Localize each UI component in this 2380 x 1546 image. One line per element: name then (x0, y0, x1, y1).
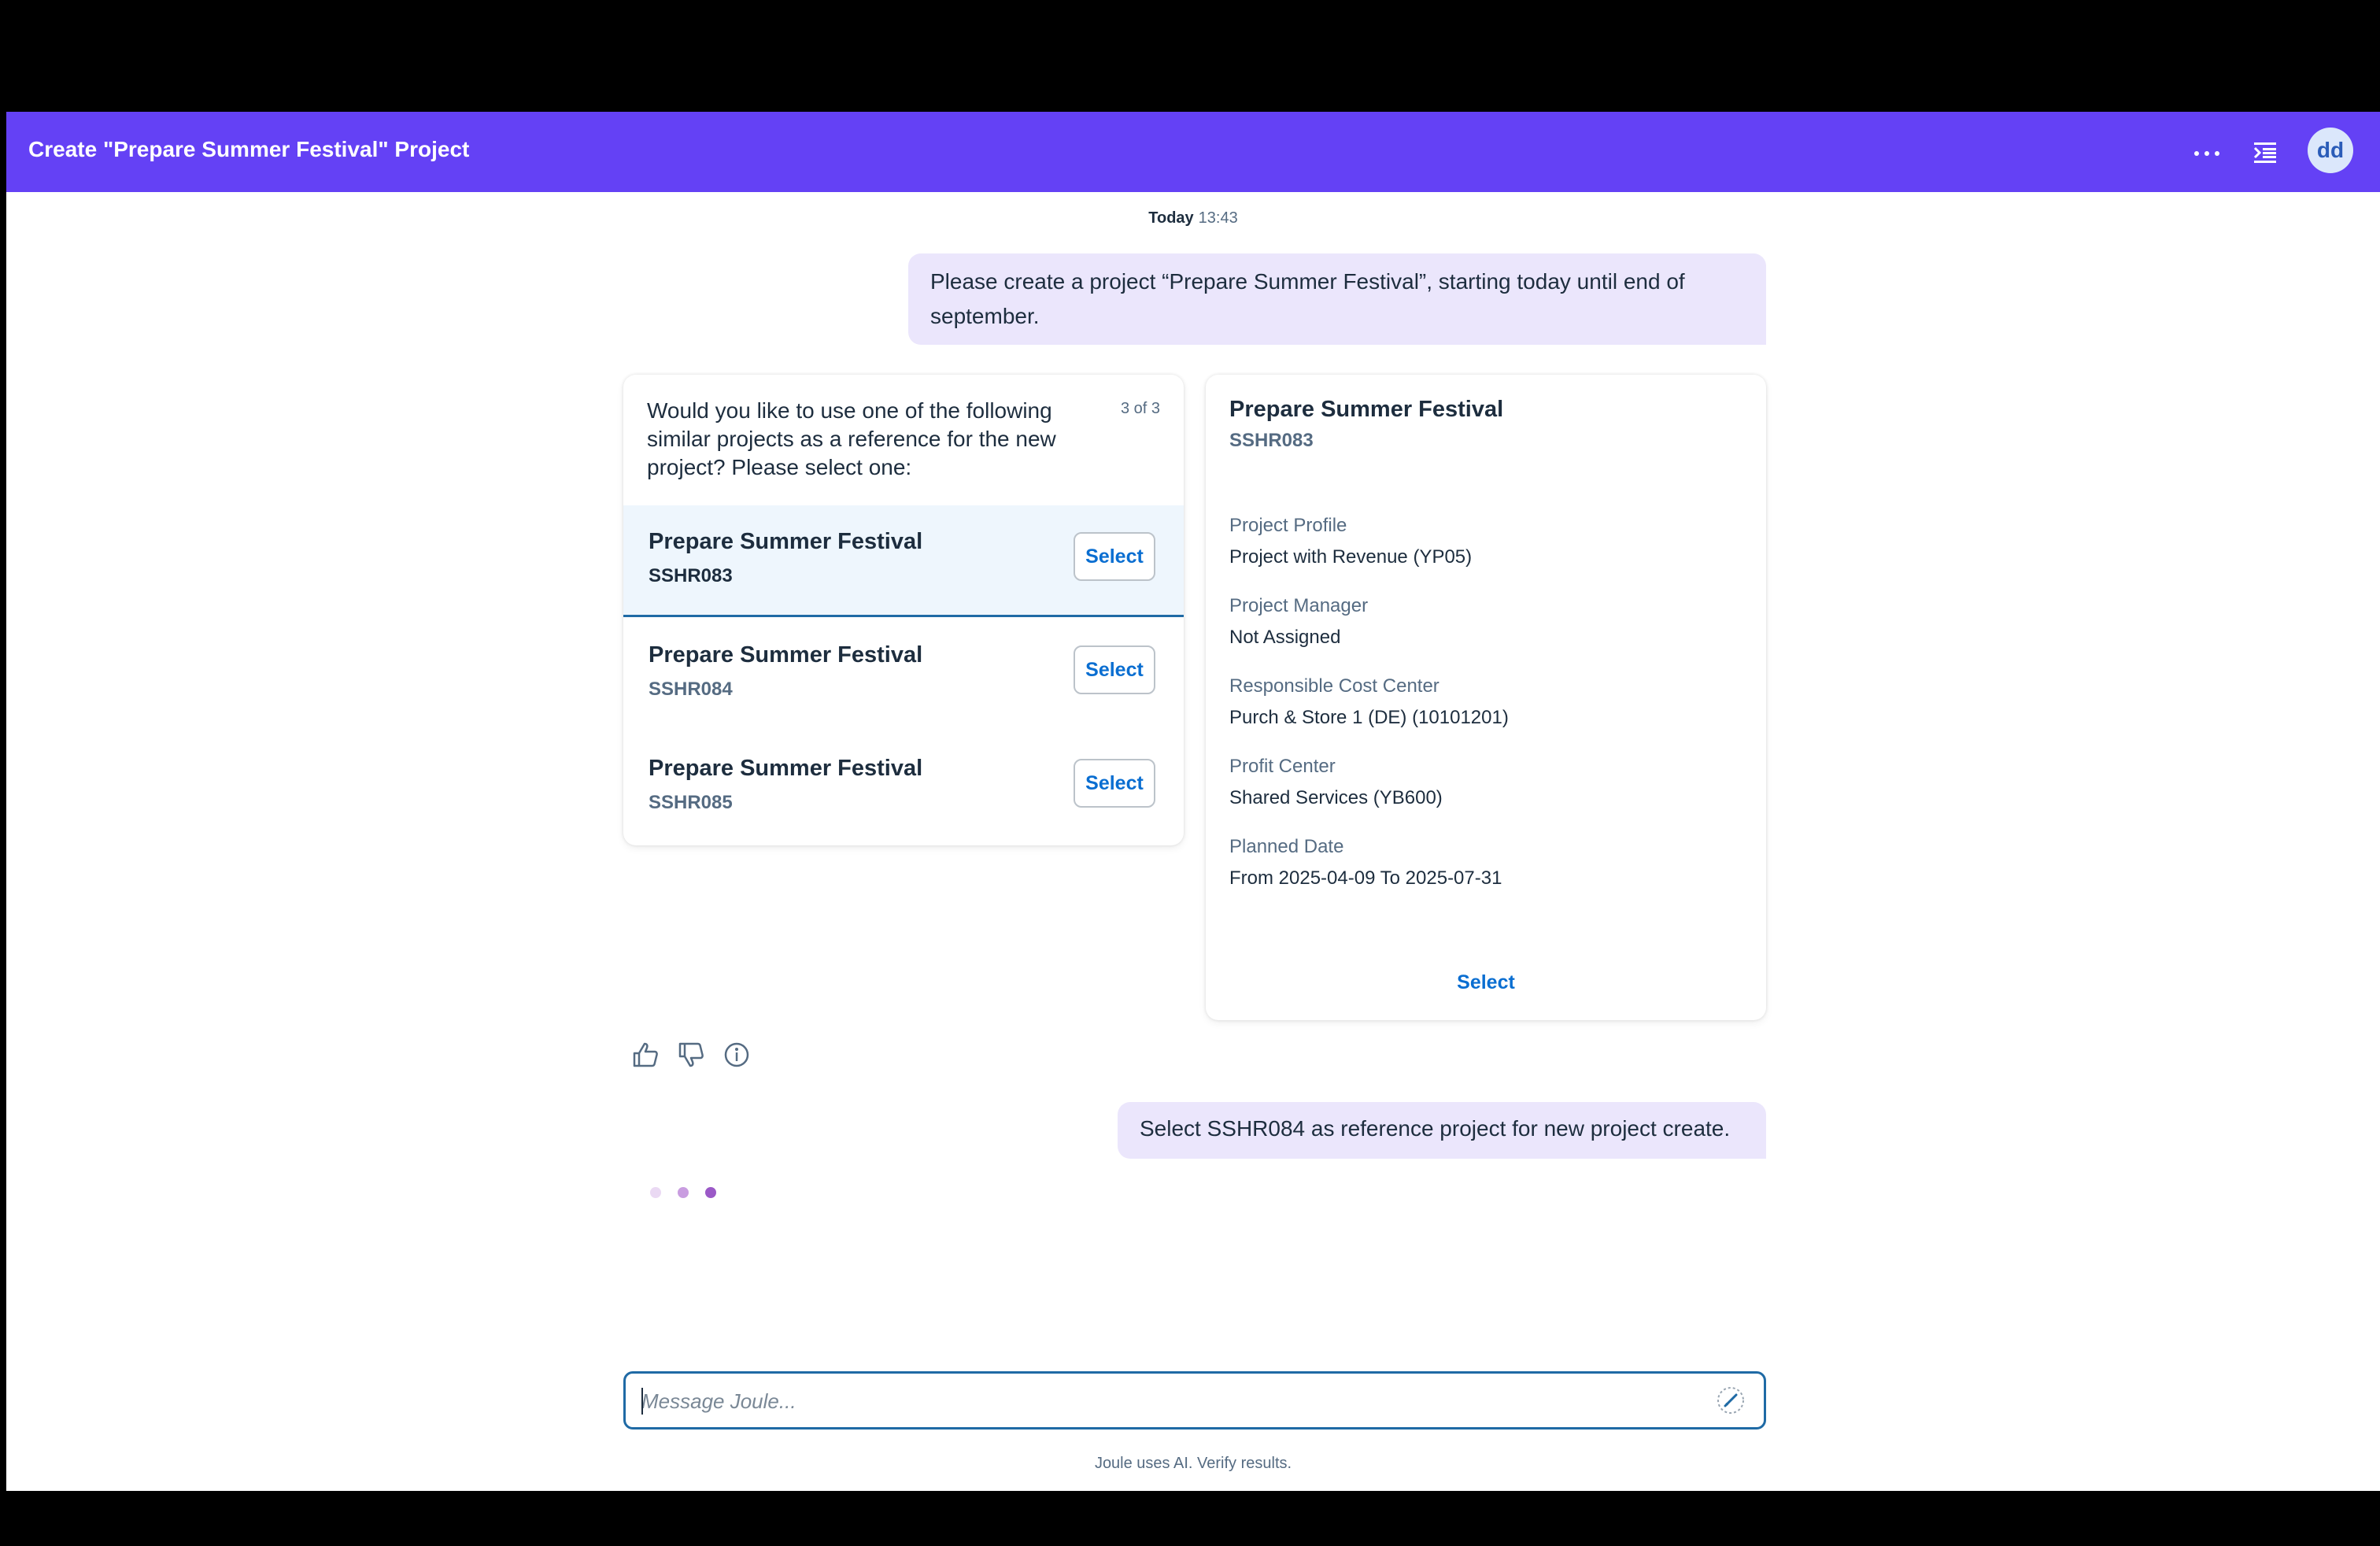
timestamp-day: Today (1148, 209, 1194, 227)
project-id: SSHR085 (649, 792, 733, 813)
list-item[interactable]: Prepare Summer Festival SSHR083 Select (623, 505, 1184, 617)
typing-indicator-dot (705, 1187, 716, 1198)
field-value: Not Assigned (1229, 627, 1341, 648)
select-button[interactable]: Select (1074, 759, 1155, 808)
joule-window: Create "Prepare Summer Festival" Project… (6, 112, 2380, 1491)
message-input[interactable] (640, 1381, 1666, 1421)
project-title: Prepare Summer Festival (649, 642, 923, 668)
typing-indicator-dot (650, 1187, 661, 1198)
avatar[interactable]: dd (2308, 128, 2353, 173)
field-label: Profit Center (1229, 756, 1336, 777)
more-options-button[interactable] (2190, 135, 2224, 170)
project-title: Prepare Summer Festival (649, 529, 923, 554)
field-label: Planned Date (1229, 836, 1344, 857)
info-icon[interactable] (721, 1039, 752, 1071)
project-detail-card: Prepare Summer Festival SSHR083 Project … (1206, 375, 1766, 1020)
field-label: Project Manager (1229, 595, 1369, 616)
user-message-bubble: Select SSHR084 as reference project for … (1118, 1102, 1766, 1159)
ai-disclaimer: Joule uses AI. Verify results. (1094, 1455, 1292, 1472)
project-id: SSHR083 (649, 565, 733, 586)
collapse-panel-icon[interactable] (2248, 135, 2282, 170)
project-title: Prepare Summer Festival (649, 756, 923, 781)
reference-projects-card: Would you like to use one of the followi… (623, 375, 1184, 845)
card-counter: 3 of 3 (1120, 400, 1160, 417)
project-id: SSHR084 (649, 679, 733, 700)
field-value: Project with Revenue (YP05) (1229, 546, 1473, 568)
detail-id: SSHR083 (1229, 430, 1314, 451)
thumbs-down-icon[interactable] (675, 1039, 707, 1071)
header-bar: Create "Prepare Summer Festival" Project… (6, 112, 2380, 192)
select-button[interactable]: Select (1074, 532, 1155, 581)
field-label: Responsible Cost Center (1229, 675, 1439, 697)
field-value: Shared Services (YB600) (1229, 787, 1443, 808)
thumbs-up-icon[interactable] (630, 1039, 661, 1071)
detail-select-link[interactable]: Select (1206, 971, 1766, 994)
list-item[interactable]: Prepare Summer Festival SSHR084 Select (623, 619, 1184, 730)
field-value: Purch & Store 1 (DE) (10101201) (1229, 707, 1509, 728)
message-composer (623, 1371, 1766, 1429)
text-caret (641, 1388, 643, 1415)
send-icon[interactable] (1715, 1385, 1746, 1416)
select-button[interactable]: Select (1074, 645, 1155, 694)
card-question-text: Would you like to use one of the followi… (647, 398, 1056, 479)
field-value: From 2025-04-09 To 2025-07-31 (1229, 867, 1502, 889)
field-label: Project Profile (1229, 515, 1347, 536)
timestamp-time: 13:43 (1198, 209, 1238, 227)
detail-title: Prepare Summer Festival (1229, 397, 1504, 422)
page-title: Create "Prepare Summer Festival" Project (28, 137, 470, 161)
user-message-bubble: Please create a project “Prepare Summer … (908, 253, 1766, 345)
message-timestamp: Today 13:43 (6, 209, 2380, 227)
typing-indicator-dot (678, 1187, 689, 1198)
list-item[interactable]: Prepare Summer Festival SSHR085 Select (623, 732, 1184, 844)
